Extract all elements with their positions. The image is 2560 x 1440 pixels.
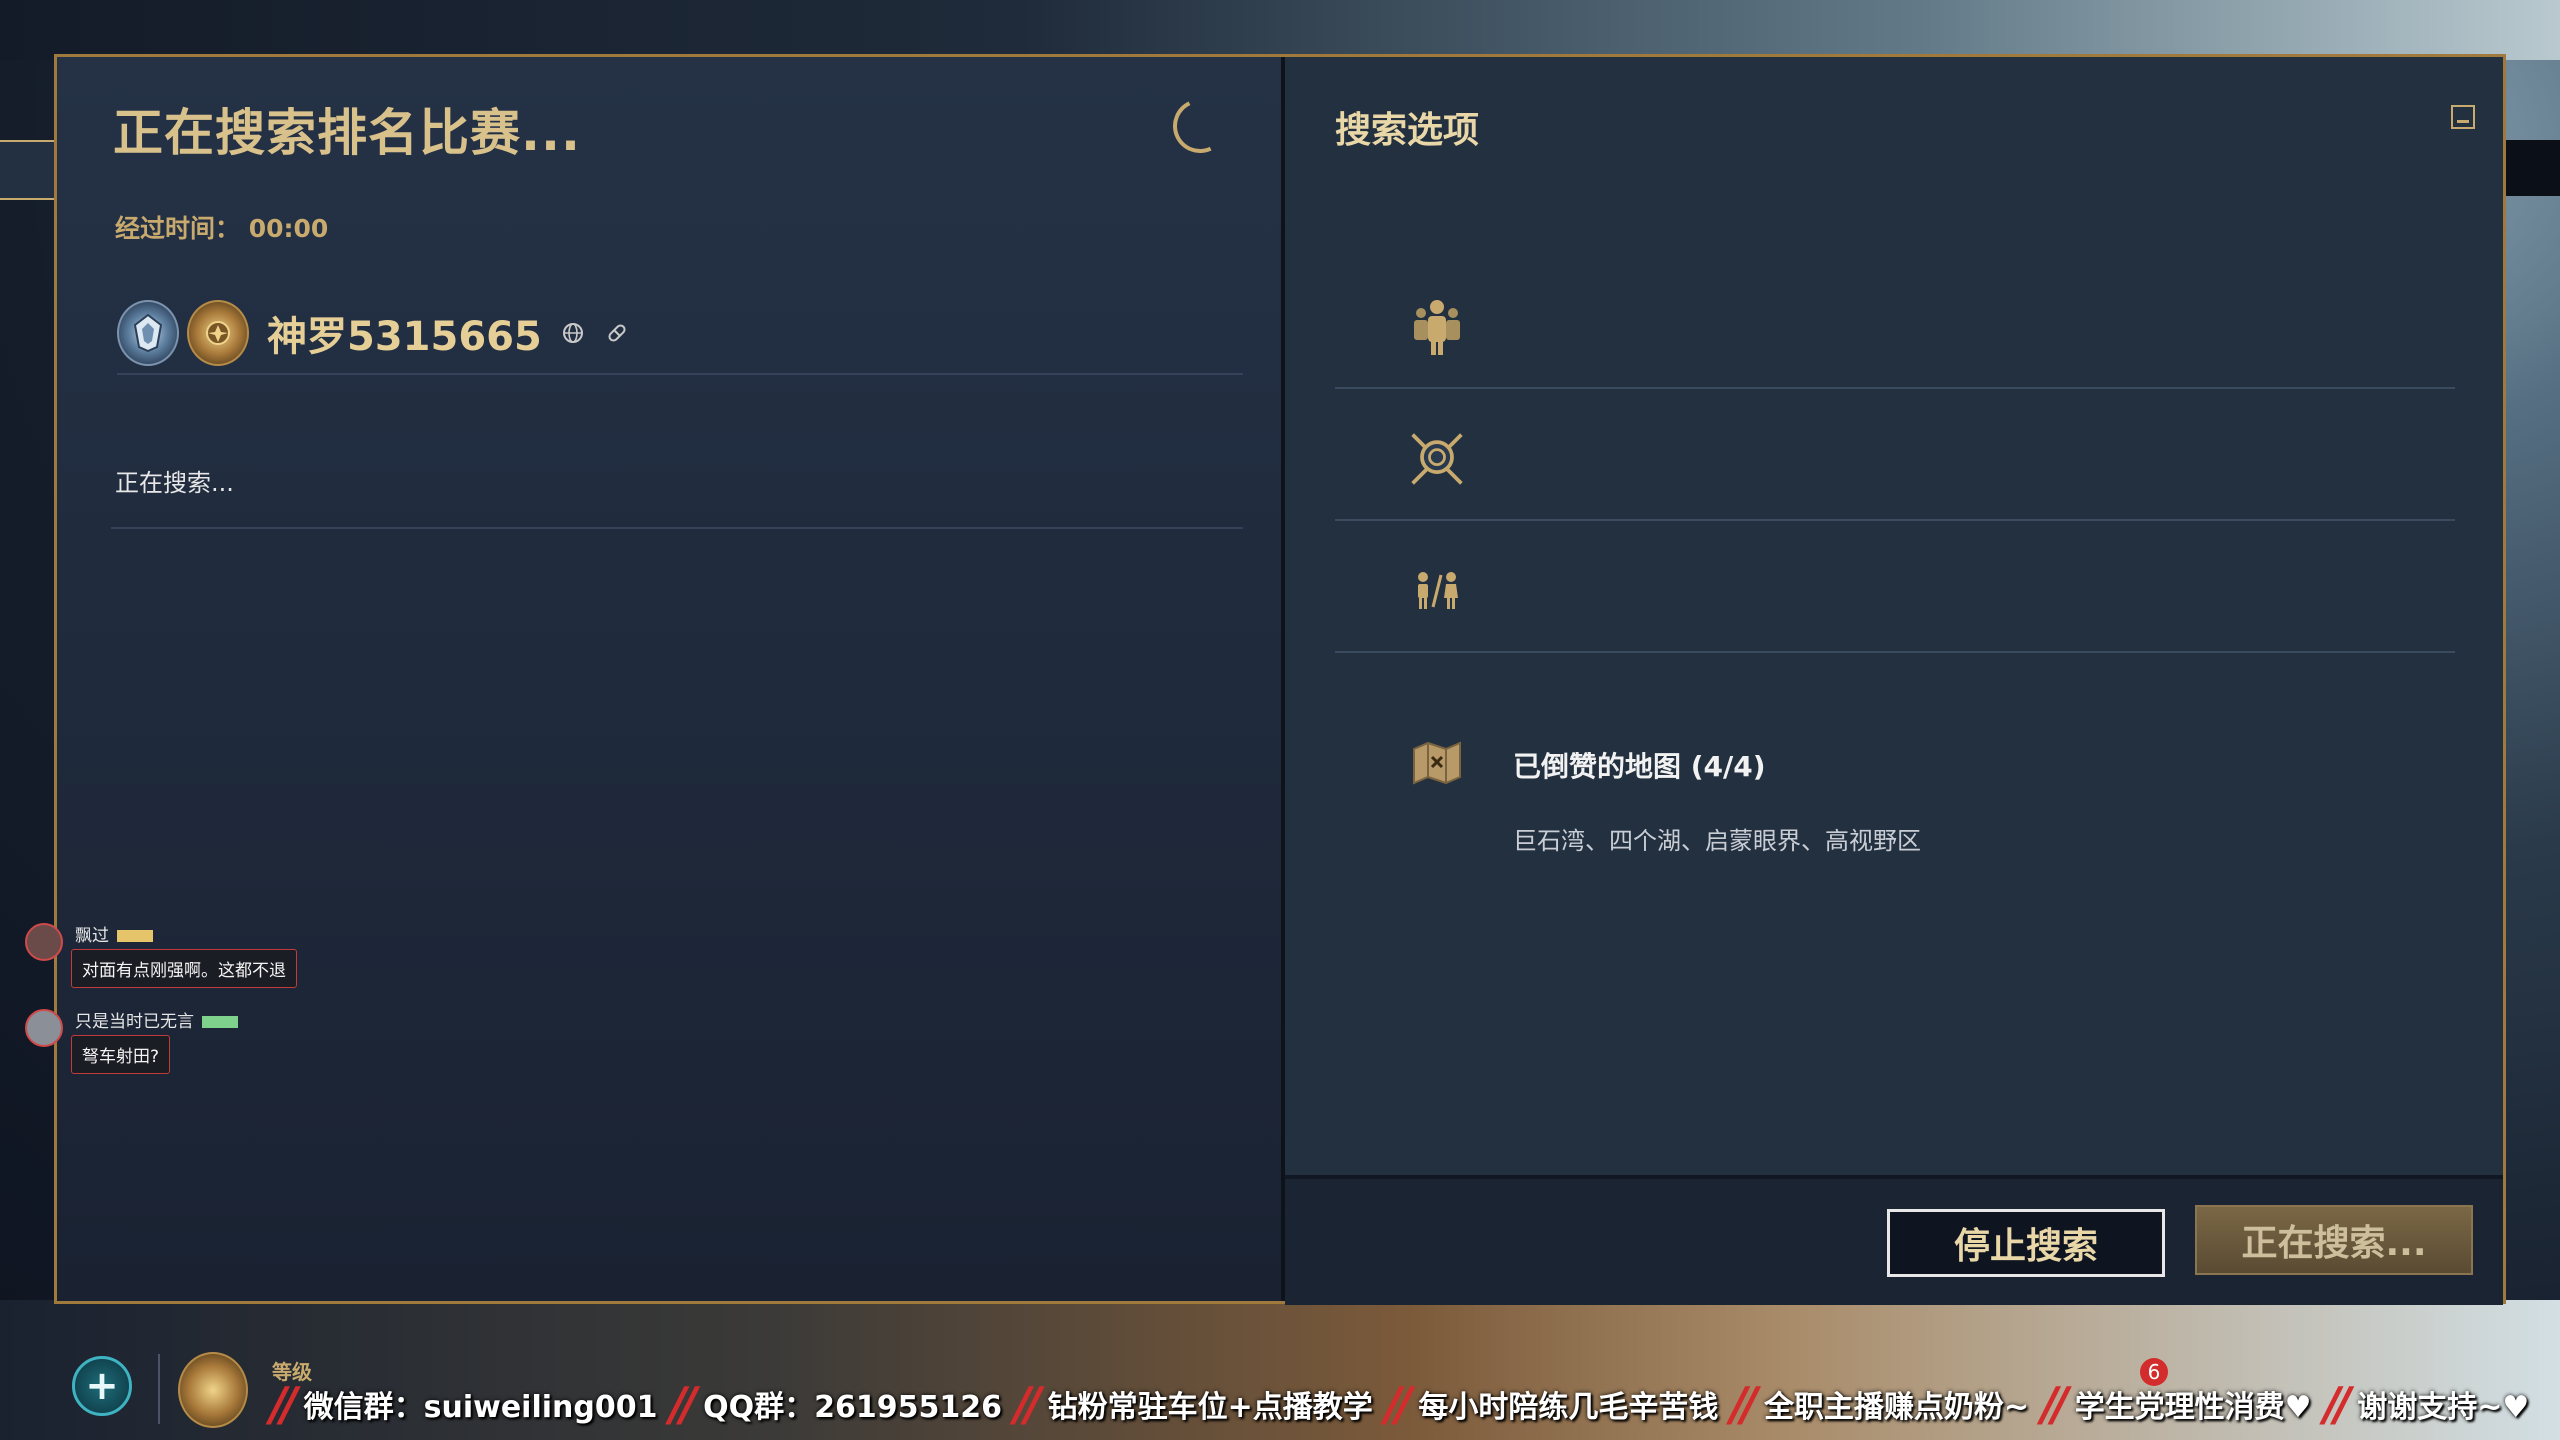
stream-marquee: // 微信群：suiweiling001 // QQ群：261955126 //… bbox=[258, 1368, 2560, 1440]
marquee-item: 钻粉常驻车位+点播教学 bbox=[1047, 1390, 1373, 1425]
chat-name-line: 只是当时已无言 bbox=[75, 1007, 238, 1032]
honor-emblem-icon bbox=[187, 300, 249, 366]
elapsed-value: 00:00 bbox=[248, 214, 329, 243]
chat-username: 只是当时已无言 bbox=[75, 1012, 194, 1032]
marquee-item: QQ群：261955126 bbox=[703, 1390, 1002, 1425]
marquee-separator: // bbox=[669, 1377, 697, 1431]
elapsed-label: 经过时间： bbox=[115, 214, 241, 243]
map-icon bbox=[1407, 733, 1467, 793]
chat-avatar bbox=[25, 1009, 63, 1047]
chat-level-badge bbox=[202, 1016, 238, 1028]
chat-message: 只是当时已无言 弩车射田? bbox=[25, 1003, 425, 1089]
marquee-item: 全职主播赚点奶粉~ bbox=[1763, 1390, 2030, 1425]
loading-spinner-icon bbox=[1165, 91, 1235, 161]
search-title: 正在搜索排名比赛... bbox=[113, 104, 581, 162]
marquee-item: 每小时陪练几毛辛苦钱 bbox=[1418, 1390, 1719, 1425]
elapsed-time: 经过时间： 00:00 bbox=[115, 209, 328, 245]
searching-button: 正在搜索... bbox=[2195, 1205, 2473, 1275]
left-side-tab[interactable] bbox=[0, 140, 56, 200]
chat-overlay: 飘过 对面有点刚强啊。这都不退 只是当时已无言 弩车射田? bbox=[25, 917, 425, 1089]
option-row-mode[interactable] bbox=[1335, 389, 2455, 521]
minimize-button[interactable] bbox=[2451, 105, 2475, 129]
dialog-footer: 停止搜索 正在搜索... bbox=[1285, 1175, 2503, 1305]
option-row-role[interactable] bbox=[1335, 521, 2455, 653]
chat-level-badge bbox=[117, 930, 153, 942]
option-row-banned-maps[interactable]: 已倒赞的地图 (4/4) 巨石湾、四个湖、启蒙眼界、高视野区 bbox=[1335, 697, 2455, 897]
marquee-item: 学生党理性消费♥ bbox=[2074, 1390, 2312, 1425]
crossed-swords-shield-icon bbox=[1407, 429, 1467, 489]
marquee-separator: // bbox=[2323, 1377, 2352, 1431]
options-title: 搜索选项 bbox=[1335, 110, 1480, 151]
add-button[interactable]: + bbox=[72, 1356, 132, 1416]
marquee-separator: // bbox=[1384, 1377, 1413, 1431]
chat-avatar bbox=[25, 923, 63, 961]
right-side-tab[interactable] bbox=[2504, 140, 2560, 196]
marquee-separator: // bbox=[2041, 1377, 2069, 1431]
pill-icon[interactable] bbox=[604, 320, 630, 346]
chat-message: 飘过 对面有点刚强啊。这都不退 bbox=[25, 917, 425, 1003]
search-status-panel: 正在搜索排名比赛... 经过时间： 00:00 神罗5315665 正在搜索..… bbox=[25, 57, 1285, 1301]
player-status-row: 正在搜索... bbox=[111, 437, 1243, 529]
search-options-panel: 搜索选项 已倒赞的地图 (4/4) 巨石湾、四个湖、启蒙眼界、高视野区 bbox=[1285, 57, 2503, 1175]
banned-maps-list: 巨石湾、四个湖、启蒙眼界、高视野区 bbox=[1513, 827, 1921, 855]
matchmaking-dialog: 正在搜索排名比赛... 经过时间： 00:00 神罗5315665 正在搜索..… bbox=[25, 54, 2506, 1305]
chat-text: 对面有点刚强啊。这都不退 bbox=[71, 949, 297, 988]
group-icon bbox=[1407, 297, 1467, 357]
banned-maps-title: 已倒赞的地图 (4/4) bbox=[1513, 750, 1766, 783]
stop-search-button[interactable]: 停止搜索 bbox=[1887, 1209, 2165, 1277]
player-name: 神罗5315665 bbox=[267, 314, 542, 360]
player-status: 正在搜索... bbox=[115, 469, 234, 497]
background-top bbox=[0, 0, 2560, 60]
marquee-item: 谢谢支持~♥ bbox=[2357, 1390, 2530, 1425]
chat-text: 弩车射田? bbox=[71, 1035, 171, 1074]
rank-emblem-icon bbox=[117, 300, 179, 366]
marquee-separator: // bbox=[1013, 1377, 1042, 1431]
toolbar-divider bbox=[158, 1354, 160, 1424]
marquee-separator: // bbox=[1730, 1377, 1758, 1431]
player-row: 神罗5315665 bbox=[117, 293, 1243, 375]
marquee-item: 微信群：suiweiling001 bbox=[303, 1390, 658, 1425]
gender-icon bbox=[1407, 561, 1467, 621]
globe-icon[interactable] bbox=[560, 320, 586, 346]
marquee-separator: // bbox=[270, 1377, 298, 1431]
option-row-team[interactable] bbox=[1335, 257, 2455, 389]
chat-name-line: 飘过 bbox=[75, 921, 153, 946]
chat-username: 飘过 bbox=[75, 926, 109, 946]
level-emblem-icon[interactable] bbox=[178, 1352, 248, 1428]
